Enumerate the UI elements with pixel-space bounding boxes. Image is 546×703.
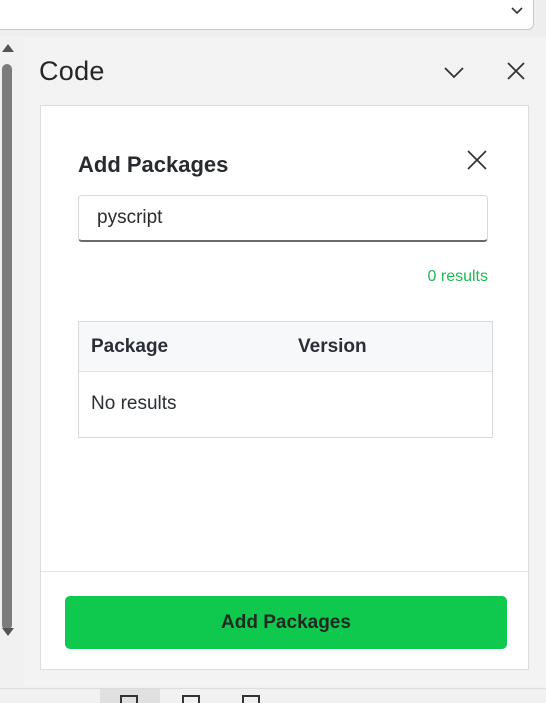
top-dropdown[interactable]	[0, 0, 534, 30]
footer-divider	[41, 571, 528, 572]
add-packages-button[interactable]: Add Packages	[65, 596, 507, 649]
chevron-down-icon[interactable]	[442, 60, 466, 84]
dialog-title: Add Packages	[78, 152, 229, 177]
active-view-tab[interactable]	[100, 689, 160, 703]
vertical-scrollbar[interactable]	[0, 40, 18, 640]
close-icon[interactable]	[465, 148, 489, 172]
package-search-input[interactable]	[78, 195, 488, 242]
table-header: Package Version	[79, 322, 492, 372]
column-header-version: Version	[298, 336, 367, 357]
top-strip	[0, 0, 546, 36]
column-header-package: Package	[91, 336, 169, 357]
scroll-down-arrow-icon[interactable]	[2, 628, 14, 636]
results-count: 0 results	[427, 268, 488, 285]
scroll-up-arrow-icon[interactable]	[2, 44, 14, 52]
add-packages-dialog: Add Packages 0 results Package Version N…	[40, 105, 529, 670]
bottom-toolbar	[0, 688, 546, 703]
pane-title: Code	[39, 56, 105, 86]
close-icon[interactable]	[504, 59, 528, 83]
scrollbar-thumb[interactable]	[2, 64, 12, 630]
chevron-down-icon[interactable]	[509, 3, 525, 19]
empty-results-text: No results	[91, 393, 177, 414]
results-table: Package Version No results	[78, 321, 493, 438]
